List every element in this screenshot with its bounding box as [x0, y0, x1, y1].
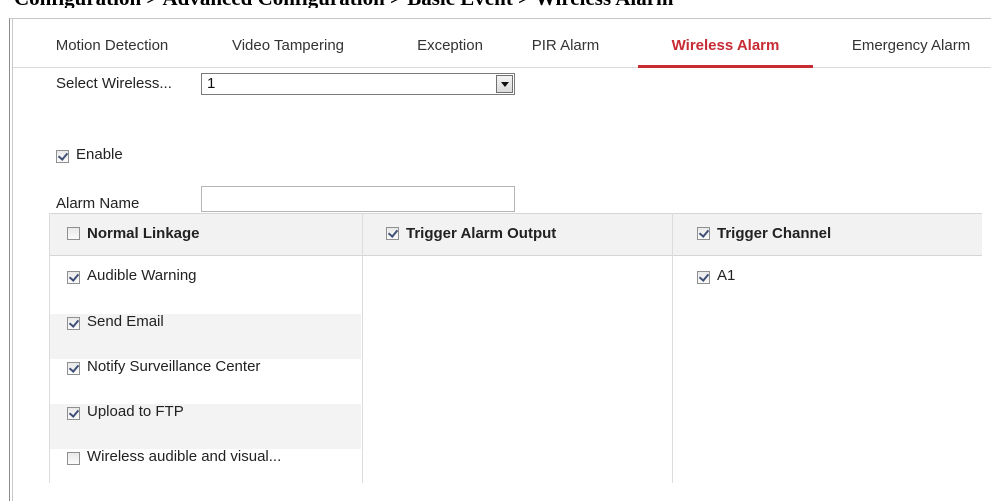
- column-divider: [362, 213, 363, 483]
- send-email-label: Send Email: [87, 313, 164, 330]
- upload-to-ftp-label: Upload to FTP: [87, 403, 184, 420]
- active-tab-indicator: [638, 65, 813, 68]
- tab-motion-detection[interactable]: Motion Detection: [37, 19, 187, 67]
- wireless-audible-visual-label: Wireless audible and visual...: [87, 448, 282, 465]
- trigger-channel-checkbox[interactable]: [697, 227, 710, 240]
- channel-a1-checkbox[interactable]: [697, 271, 710, 284]
- alarm-name-label: Alarm Name: [56, 195, 140, 212]
- send-email-checkbox[interactable]: [67, 317, 80, 330]
- select-value: 1: [207, 75, 216, 92]
- audible-warning-label: Audible Warning: [87, 267, 197, 284]
- tab-wireless-alarm-label: Wireless Alarm: [671, 37, 780, 54]
- alarm-name-input[interactable]: [201, 186, 515, 212]
- enable-checkbox[interactable]: [56, 150, 69, 163]
- notify-surveillance-center-label: Notify Surveillance Center: [87, 358, 261, 375]
- trigger-alarm-output-checkbox[interactable]: [386, 227, 399, 240]
- wireless-alarm-select[interactable]: 1: [201, 73, 515, 95]
- trigger-alarm-output-header: Trigger Alarm Output: [406, 225, 557, 242]
- tab-video-tampering[interactable]: Video Tampering: [208, 19, 368, 67]
- upload-to-ftp-checkbox[interactable]: [67, 407, 80, 420]
- notify-surveillance-center-checkbox[interactable]: [67, 362, 80, 375]
- trigger-channel-header: Trigger Channel: [717, 225, 832, 242]
- normal-linkage-header: Normal Linkage: [87, 225, 200, 242]
- tab-emergency-alarm[interactable]: Emergency Alarm: [836, 19, 986, 67]
- column-divider: [49, 213, 50, 483]
- column-divider: [672, 213, 673, 483]
- tab-exception[interactable]: Exception: [405, 19, 495, 67]
- document-heading: Configuration > Advanced Configuration >…: [14, 0, 991, 8]
- channel-a1-label: A1: [717, 267, 736, 284]
- tab-wireless-alarm[interactable]: Wireless Alarm: [638, 19, 813, 68]
- chevron-down-icon[interactable]: [496, 75, 513, 93]
- enable-label: Enable: [76, 146, 123, 163]
- tab-bar: Motion Detection Video Tampering Excepti…: [13, 19, 991, 68]
- tab-pir-alarm[interactable]: PIR Alarm: [528, 19, 603, 67]
- audible-warning-checkbox[interactable]: [67, 271, 80, 284]
- wireless-audible-visual-checkbox[interactable]: [67, 452, 80, 465]
- linkage-table: Normal Linkage Trigger Alarm Output Trig…: [49, 213, 982, 483]
- normal-linkage-checkbox[interactable]: [67, 227, 80, 240]
- select-wireless-label: Select Wireless...: [56, 75, 172, 92]
